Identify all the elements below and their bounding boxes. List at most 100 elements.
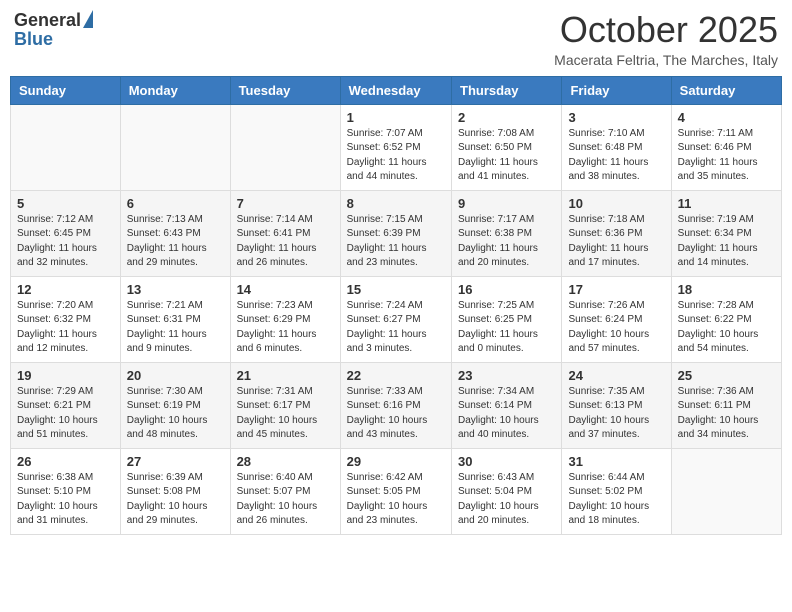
day-info: Sunrise: 6:44 AM Sunset: 5:02 PM Dayligh… bbox=[568, 471, 664, 529]
month-year-title: October 2025 bbox=[554, 10, 778, 50]
calendar-day-cell: 19 Sunrise: 7:29 AM Sunset: 6:21 PM Dayli… bbox=[11, 362, 121, 448]
location-subtitle: Macerata Feltria, The Marches, Italy bbox=[554, 52, 778, 68]
day-number: 2 bbox=[458, 110, 555, 125]
day-info: Sunrise: 7:08 AM Sunset: 6:50 PM Dayligh… bbox=[458, 127, 555, 185]
day-info: Sunrise: 7:14 AM Sunset: 6:41 PM Dayligh… bbox=[237, 213, 334, 271]
calendar-week-row: 1 Sunrise: 7:07 AM Sunset: 6:52 PM Daylig… bbox=[11, 104, 782, 190]
calendar-day-cell: 6 Sunrise: 7:13 AM Sunset: 6:43 PM Daylig… bbox=[120, 190, 230, 276]
day-info: Sunrise: 7:15 AM Sunset: 6:39 PM Dayligh… bbox=[347, 213, 445, 271]
day-number: 30 bbox=[458, 454, 555, 469]
calendar-day-cell: 28 Sunrise: 6:40 AM Sunset: 5:07 PM Dayli… bbox=[230, 448, 340, 534]
calendar-day-cell: 8 Sunrise: 7:15 AM Sunset: 6:39 PM Daylig… bbox=[340, 190, 451, 276]
day-number: 15 bbox=[347, 282, 445, 297]
day-number: 21 bbox=[237, 368, 334, 383]
day-info: Sunrise: 7:17 AM Sunset: 6:38 PM Dayligh… bbox=[458, 213, 555, 271]
title-section: October 2025 Macerata Feltria, The March… bbox=[554, 10, 778, 68]
day-info: Sunrise: 7:13 AM Sunset: 6:43 PM Dayligh… bbox=[127, 213, 224, 271]
day-of-week-header: Tuesday bbox=[230, 76, 340, 104]
day-number: 19 bbox=[17, 368, 114, 383]
day-number: 26 bbox=[17, 454, 114, 469]
calendar-day-cell: 18 Sunrise: 7:28 AM Sunset: 6:22 PM Dayli… bbox=[671, 276, 781, 362]
day-info: Sunrise: 7:28 AM Sunset: 6:22 PM Dayligh… bbox=[678, 299, 775, 357]
day-info: Sunrise: 7:21 AM Sunset: 6:31 PM Dayligh… bbox=[127, 299, 224, 357]
day-number: 20 bbox=[127, 368, 224, 383]
logo: General Blue bbox=[14, 10, 93, 50]
day-number: 12 bbox=[17, 282, 114, 297]
day-of-week-header: Friday bbox=[562, 76, 671, 104]
day-number: 11 bbox=[678, 196, 775, 211]
calendar-day-cell: 29 Sunrise: 6:42 AM Sunset: 5:05 PM Dayli… bbox=[340, 448, 451, 534]
calendar-day-cell: 30 Sunrise: 6:43 AM Sunset: 5:04 PM Dayli… bbox=[452, 448, 562, 534]
calendar-day-cell: 17 Sunrise: 7:26 AM Sunset: 6:24 PM Dayli… bbox=[562, 276, 671, 362]
day-number: 17 bbox=[568, 282, 664, 297]
calendar-day-cell: 22 Sunrise: 7:33 AM Sunset: 6:16 PM Dayli… bbox=[340, 362, 451, 448]
day-number: 27 bbox=[127, 454, 224, 469]
day-info: Sunrise: 6:40 AM Sunset: 5:07 PM Dayligh… bbox=[237, 471, 334, 529]
logo-blue-text: Blue bbox=[14, 29, 53, 50]
day-of-week-header: Monday bbox=[120, 76, 230, 104]
day-info: Sunrise: 7:20 AM Sunset: 6:32 PM Dayligh… bbox=[17, 299, 114, 357]
day-number: 18 bbox=[678, 282, 775, 297]
day-number: 31 bbox=[568, 454, 664, 469]
day-number: 3 bbox=[568, 110, 664, 125]
calendar-day-cell: 12 Sunrise: 7:20 AM Sunset: 6:32 PM Dayli… bbox=[11, 276, 121, 362]
day-number: 5 bbox=[17, 196, 114, 211]
calendar-day-cell: 21 Sunrise: 7:31 AM Sunset: 6:17 PM Dayli… bbox=[230, 362, 340, 448]
day-info: Sunrise: 7:36 AM Sunset: 6:11 PM Dayligh… bbox=[678, 385, 775, 443]
day-number: 9 bbox=[458, 196, 555, 211]
calendar-day-cell bbox=[11, 104, 121, 190]
calendar-day-cell: 23Sunrise: 7:34 AM Sunset: 6:14 PM Dayli… bbox=[452, 362, 562, 448]
calendar-day-cell: 1 Sunrise: 7:07 AM Sunset: 6:52 PM Daylig… bbox=[340, 104, 451, 190]
day-of-week-header: Thursday bbox=[452, 76, 562, 104]
calendar-week-row: 19 Sunrise: 7:29 AM Sunset: 6:21 PM Dayli… bbox=[11, 362, 782, 448]
calendar-day-cell: 24Sunrise: 7:35 AM Sunset: 6:13 PM Dayli… bbox=[562, 362, 671, 448]
day-number: 29 bbox=[347, 454, 445, 469]
calendar-day-cell: 3 Sunrise: 7:10 AM Sunset: 6:48 PM Daylig… bbox=[562, 104, 671, 190]
day-info: Sunrise: 7:10 AM Sunset: 6:48 PM Dayligh… bbox=[568, 127, 664, 185]
day-of-week-header: Sunday bbox=[11, 76, 121, 104]
day-number: 16 bbox=[458, 282, 555, 297]
calendar-day-cell bbox=[671, 448, 781, 534]
day-info: Sunrise: 7:33 AM Sunset: 6:16 PM Dayligh… bbox=[347, 385, 445, 443]
day-number: 23 bbox=[458, 368, 555, 383]
day-number: 13 bbox=[127, 282, 224, 297]
day-number: 1 bbox=[347, 110, 445, 125]
calendar-day-cell: 31 Sunrise: 6:44 AM Sunset: 5:02 PM Dayli… bbox=[562, 448, 671, 534]
page-header: General Blue October 2025 Macerata Feltr… bbox=[10, 10, 782, 68]
calendar-day-cell: 10Sunrise: 7:18 AM Sunset: 6:36 PM Dayli… bbox=[562, 190, 671, 276]
calendar-week-row: 26Sunrise: 6:38 AM Sunset: 5:10 PM Dayli… bbox=[11, 448, 782, 534]
day-number: 28 bbox=[237, 454, 334, 469]
day-number: 22 bbox=[347, 368, 445, 383]
calendar-day-cell: 7 Sunrise: 7:14 AM Sunset: 6:41 PM Daylig… bbox=[230, 190, 340, 276]
day-info: Sunrise: 6:42 AM Sunset: 5:05 PM Dayligh… bbox=[347, 471, 445, 529]
day-info: Sunrise: 7:31 AM Sunset: 6:17 PM Dayligh… bbox=[237, 385, 334, 443]
logo-triangle-icon bbox=[83, 10, 93, 28]
day-info: Sunrise: 6:43 AM Sunset: 5:04 PM Dayligh… bbox=[458, 471, 555, 529]
day-number: 6 bbox=[127, 196, 224, 211]
calendar-day-cell bbox=[120, 104, 230, 190]
calendar-header-row: SundayMondayTuesdayWednesdayThursdayFrid… bbox=[11, 76, 782, 104]
calendar-day-cell: 27 Sunrise: 6:39 AM Sunset: 5:08 PM Dayli… bbox=[120, 448, 230, 534]
day-of-week-header: Wednesday bbox=[340, 76, 451, 104]
day-info: Sunrise: 7:26 AM Sunset: 6:24 PM Dayligh… bbox=[568, 299, 664, 357]
day-info: Sunrise: 7:24 AM Sunset: 6:27 PM Dayligh… bbox=[347, 299, 445, 357]
calendar-week-row: 12 Sunrise: 7:20 AM Sunset: 6:32 PM Dayli… bbox=[11, 276, 782, 362]
calendar-table: SundayMondayTuesdayWednesdayThursdayFrid… bbox=[10, 76, 782, 535]
calendar-day-cell: 11Sunrise: 7:19 AM Sunset: 6:34 PM Dayli… bbox=[671, 190, 781, 276]
day-number: 8 bbox=[347, 196, 445, 211]
day-info: Sunrise: 7:29 AM Sunset: 6:21 PM Dayligh… bbox=[17, 385, 114, 443]
day-info: Sunrise: 7:25 AM Sunset: 6:25 PM Dayligh… bbox=[458, 299, 555, 357]
day-info: Sunrise: 6:39 AM Sunset: 5:08 PM Dayligh… bbox=[127, 471, 224, 529]
day-info: Sunrise: 7:12 AM Sunset: 6:45 PM Dayligh… bbox=[17, 213, 114, 271]
day-number: 14 bbox=[237, 282, 334, 297]
calendar-day-cell: 14Sunrise: 7:23 AM Sunset: 6:29 PM Dayli… bbox=[230, 276, 340, 362]
calendar-day-cell: 26Sunrise: 6:38 AM Sunset: 5:10 PM Dayli… bbox=[11, 448, 121, 534]
logo-general-text: General bbox=[14, 10, 81, 31]
day-info: Sunrise: 7:07 AM Sunset: 6:52 PM Dayligh… bbox=[347, 127, 445, 185]
day-info: Sunrise: 7:18 AM Sunset: 6:36 PM Dayligh… bbox=[568, 213, 664, 271]
day-number: 7 bbox=[237, 196, 334, 211]
calendar-day-cell: 5 Sunrise: 7:12 AM Sunset: 6:45 PM Daylig… bbox=[11, 190, 121, 276]
calendar-week-row: 5 Sunrise: 7:12 AM Sunset: 6:45 PM Daylig… bbox=[11, 190, 782, 276]
calendar-day-cell: 13 Sunrise: 7:21 AM Sunset: 6:31 PM Dayli… bbox=[120, 276, 230, 362]
day-info: Sunrise: 7:11 AM Sunset: 6:46 PM Dayligh… bbox=[678, 127, 775, 185]
